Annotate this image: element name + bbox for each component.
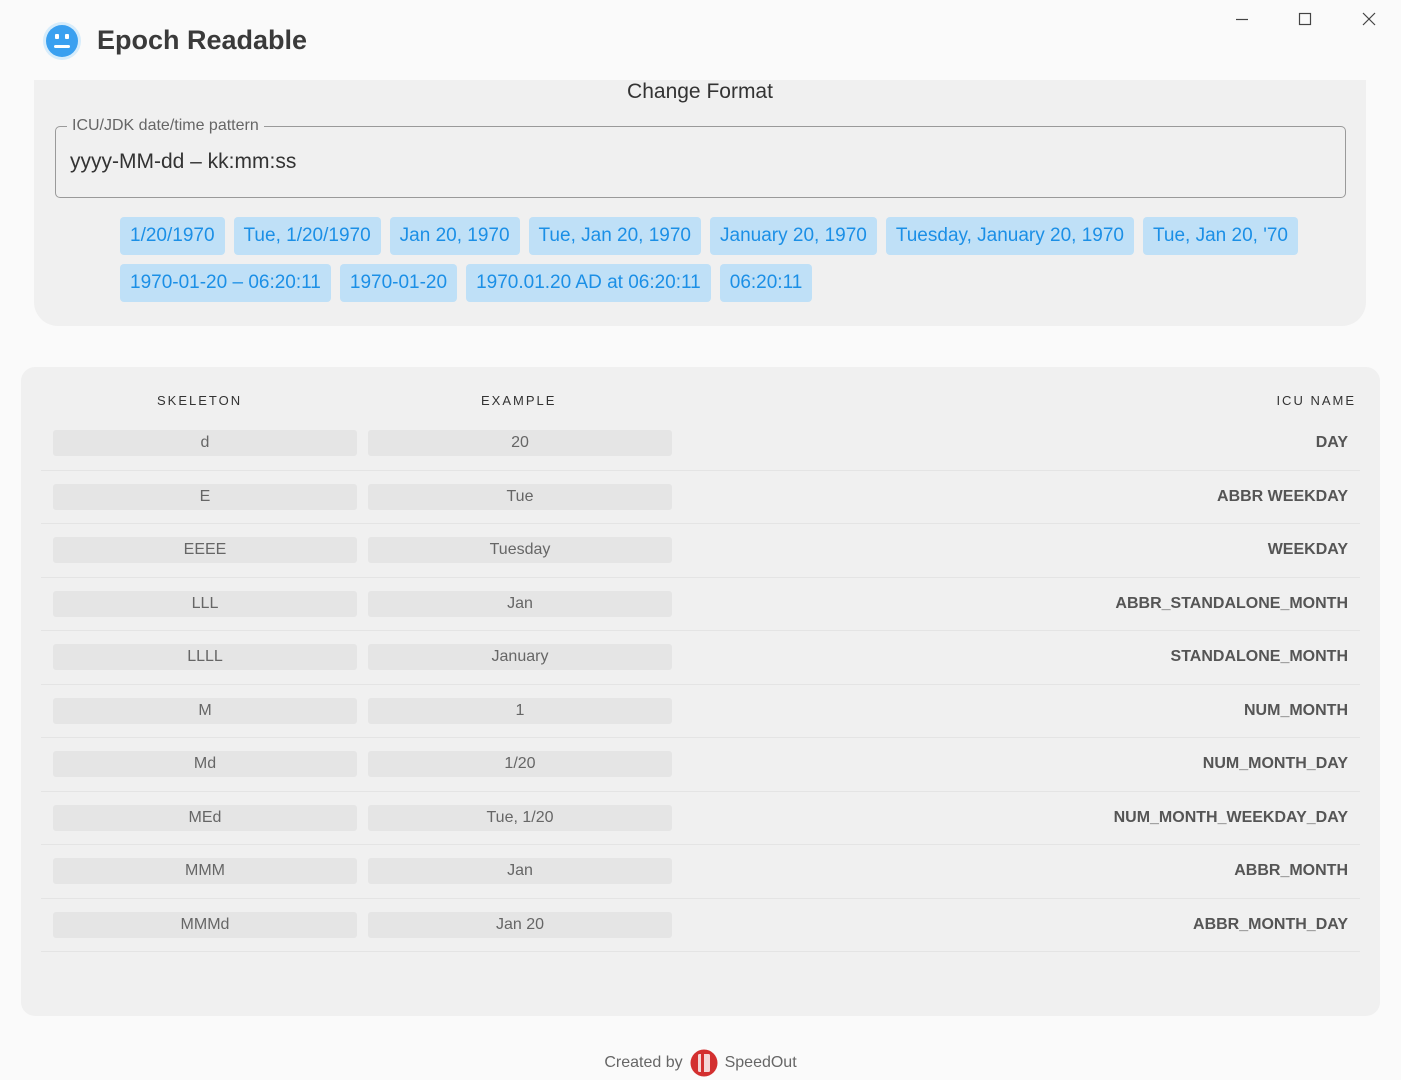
table-row[interactable]: M 1 NUM_MONTH bbox=[41, 685, 1360, 738]
example-cell: Tue, 1/20 bbox=[368, 804, 672, 831]
preset-chip[interactable]: Tue, 1/20/1970 bbox=[233, 217, 381, 255]
format-presets: 1/20/1970 Tue, 1/20/1970 Jan 20, 1970 Tu… bbox=[120, 217, 1310, 311]
example-cell: 20 bbox=[368, 430, 672, 456]
icu-name-cell: NUM_MONTH_WEEKDAY_DAY bbox=[1113, 808, 1348, 826]
skeleton-table: SKELETON EXAMPLE ICU NAME d 20 DAY E Tue… bbox=[21, 367, 1380, 1016]
example-cell: Jan bbox=[368, 590, 672, 617]
table-row[interactable]: EEEE Tuesday WEEKDAY bbox=[41, 524, 1360, 578]
icu-name-cell: ABBR WEEKDAY bbox=[1217, 487, 1348, 505]
change-format-card: Change Format ICU/JDK date/time pattern … bbox=[34, 80, 1366, 326]
header-skeleton: SKELETON bbox=[157, 393, 243, 408]
example-cell: Jan bbox=[368, 858, 672, 884]
example-cell: Tuesday bbox=[368, 537, 672, 563]
preset-chip[interactable]: 06:20:11 bbox=[719, 264, 813, 302]
table-row[interactable]: E Tue ABBR WEEKDAY bbox=[41, 471, 1360, 524]
footer: Created by SpeedOut bbox=[0, 1046, 1401, 1080]
preset-chip[interactable]: 1970.01.20 AD at 06:20:11 bbox=[466, 264, 711, 302]
preset-row: 1970-01-20 – 06:20:11 1970-01-20 1970.01… bbox=[120, 264, 1310, 302]
skeleton-cell: EEEE bbox=[53, 537, 357, 563]
skeleton-cell: LLL bbox=[53, 590, 357, 617]
skeleton-cell: MMM bbox=[53, 858, 357, 884]
skeleton-cell: M bbox=[53, 697, 357, 724]
example-cell: 1/20 bbox=[368, 751, 672, 777]
title-bar: Epoch Readable bbox=[0, 0, 1401, 80]
change-format-title: Change Format bbox=[627, 80, 773, 103]
example-cell: Tue bbox=[368, 483, 672, 510]
example-cell: January bbox=[368, 644, 672, 670]
pattern-field: ICU/JDK date/time pattern bbox=[55, 116, 1346, 198]
table-row[interactable]: d 20 DAY bbox=[41, 417, 1360, 471]
skeleton-cell: MEd bbox=[53, 804, 357, 831]
pattern-input[interactable] bbox=[70, 145, 1270, 179]
example-cell: 1 bbox=[368, 697, 672, 724]
table-row[interactable]: MMM Jan ABBR_MONTH bbox=[41, 845, 1360, 899]
preset-chip[interactable]: 1970-01-20 bbox=[339, 264, 458, 302]
skeleton-cell: MMMd bbox=[53, 911, 357, 938]
icu-name-cell: WEEKDAY bbox=[1267, 541, 1348, 558]
app-title: Epoch Readable bbox=[97, 25, 308, 55]
skeleton-cell: E bbox=[53, 483, 357, 510]
app-icon bbox=[43, 22, 81, 60]
icu-name-cell: ABBR_STANDALONE_MONTH bbox=[1115, 594, 1348, 612]
preset-row: 1/20/1970 Tue, 1/20/1970 Jan 20, 1970 Tu… bbox=[120, 217, 1310, 255]
skeleton-cell: Md bbox=[53, 751, 357, 777]
table-row[interactable]: LLLL January STANDALONE_MONTH bbox=[41, 631, 1360, 685]
table-row[interactable]: MMMd Jan 20 ABBR_MONTH_DAY bbox=[41, 899, 1360, 952]
header-example: EXAMPLE bbox=[481, 393, 557, 408]
icu-name-cell: DAY bbox=[1315, 434, 1348, 451]
skeleton-cell: LLLL bbox=[53, 644, 357, 670]
icu-name-cell: NUM_MONTH bbox=[1244, 701, 1348, 719]
preset-chip[interactable]: January 20, 1970 bbox=[710, 217, 877, 255]
preset-chip[interactable]: Tue, Jan 20, '70 bbox=[1143, 217, 1298, 255]
table-body: d 20 DAY E Tue ABBR WEEKDAY EEEE Tuesday… bbox=[41, 417, 1360, 952]
skeleton-cell: d bbox=[53, 430, 357, 456]
brand-name[interactable]: SpeedOut bbox=[725, 1054, 797, 1072]
close-button[interactable] bbox=[1346, 6, 1392, 32]
icu-name-cell: NUM_MONTH_DAY bbox=[1202, 755, 1348, 772]
maximize-button[interactable] bbox=[1282, 6, 1328, 32]
preset-chip[interactable]: 1970-01-20 – 06:20:11 bbox=[120, 264, 331, 302]
close-icon bbox=[1362, 12, 1376, 26]
preset-chip[interactable]: Jan 20, 1970 bbox=[389, 217, 520, 255]
minimize-icon bbox=[1236, 18, 1248, 21]
preset-chip[interactable]: Tuesday, January 20, 1970 bbox=[885, 217, 1134, 255]
table-row[interactable]: Md 1/20 NUM_MONTH_DAY bbox=[41, 738, 1360, 792]
created-by-label: Created by bbox=[604, 1054, 683, 1071]
icu-name-cell: STANDALONE_MONTH bbox=[1170, 648, 1348, 665]
icu-name-cell: ABBR_MONTH_DAY bbox=[1193, 915, 1348, 933]
maximize-icon bbox=[1298, 12, 1312, 26]
preset-chip[interactable]: Tue, Jan 20, 1970 bbox=[528, 217, 701, 255]
pattern-label: ICU/JDK date/time pattern bbox=[67, 116, 264, 136]
table-row[interactable]: MEd Tue, 1/20 NUM_MONTH_WEEKDAY_DAY bbox=[41, 792, 1360, 845]
table-row[interactable]: LLL Jan ABBR_STANDALONE_MONTH bbox=[41, 578, 1360, 631]
minimize-button[interactable] bbox=[1219, 6, 1265, 32]
preset-chip[interactable]: 1/20/1970 bbox=[120, 217, 225, 255]
icu-name-cell: ABBR_MONTH bbox=[1234, 862, 1348, 879]
example-cell: Jan 20 bbox=[368, 911, 672, 938]
speedout-logo-icon[interactable] bbox=[690, 1049, 718, 1077]
header-icu-name: ICU NAME bbox=[1276, 393, 1356, 408]
app-window: Epoch Readable Change Format ICU/JDK dat… bbox=[0, 0, 1401, 1080]
